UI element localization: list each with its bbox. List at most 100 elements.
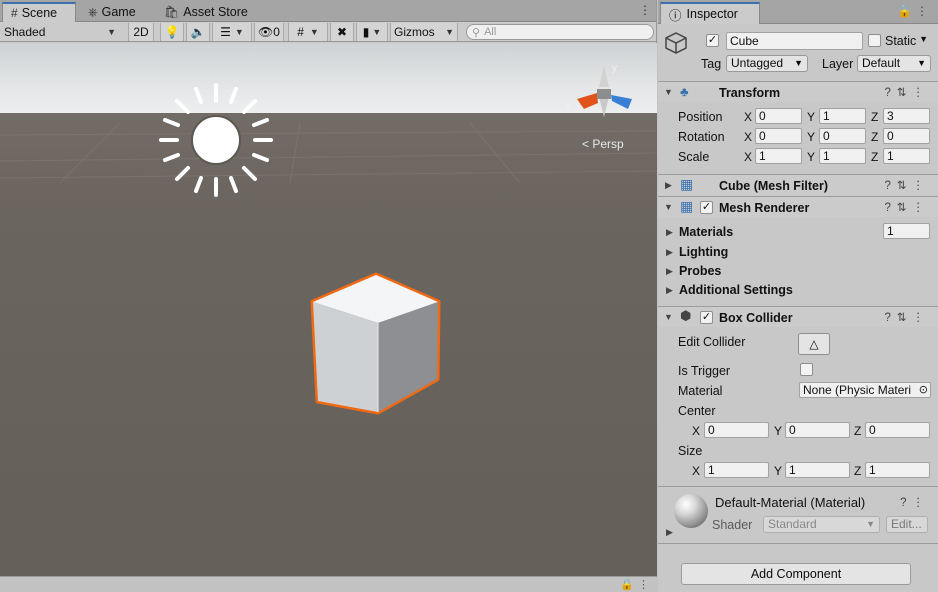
rotation-x-label: X	[744, 130, 753, 144]
shader-dropdown[interactable]: Standard ▼	[763, 516, 880, 533]
box-collider-enabled-checkbox[interactable]: ✓	[700, 311, 713, 324]
tools-toggle-button[interactable]: ✖	[330, 23, 354, 41]
mesh-filter-title: Cube (Mesh Filter)	[719, 179, 829, 193]
lighting-foldout[interactable]: Lighting	[679, 245, 728, 259]
perspective-toggle[interactable]: < Persp	[582, 137, 624, 151]
component-settings-icon[interactable]: ?⇅⋮	[884, 178, 930, 192]
transform-header[interactable]: ▼ ♣ Transform ?⇅⋮	[658, 81, 938, 102]
component-settings-icon[interactable]: ?⇅⋮	[884, 85, 930, 99]
toggle-2d-button[interactable]: 2D	[128, 23, 154, 41]
hidden-objects-toggle[interactable]: 👁 0	[254, 23, 284, 41]
gizmos-label: Gizmos	[394, 25, 435, 39]
chevron-down-icon: ▼	[309, 27, 319, 37]
object-picker-icon[interactable]: ⊙	[919, 383, 928, 397]
tag-dropdown[interactable]: Untagged ▼	[726, 55, 808, 72]
orientation-gizmo[interactable]: y x	[566, 63, 632, 117]
foldout-closed-icon: ▶	[666, 285, 673, 295]
rotation-y-label: Y	[807, 130, 816, 144]
add-component-button[interactable]: Add Component	[681, 563, 911, 585]
scene-toolbar: Shaded ▼ 2D 💡 🔈 ☰ ▼ 👁 0 # ▼ ✖ ▮ ▼ Gizmos…	[0, 22, 656, 42]
material-settings-icon[interactable]: ?⋮	[900, 495, 930, 509]
scene-search-input[interactable]: ⚲ All	[466, 24, 654, 40]
directional-light-icon[interactable]	[159, 83, 273, 197]
size-y-field[interactable]: 1	[785, 462, 850, 478]
gizmos-dropdown[interactable]: Gizmos ▼	[390, 23, 458, 41]
layer-label: Layer	[822, 57, 854, 71]
static-dropdown[interactable]: ▼	[918, 32, 932, 49]
collider-material-field[interactable]: None (Physic Materi ⊙	[799, 382, 931, 398]
toggle-2d-label: 2D	[133, 25, 149, 39]
component-settings-icon[interactable]: ?⇅⋮	[884, 200, 930, 214]
material-name: Default-Material (Material)	[715, 495, 866, 510]
rotation-z-field[interactable]: 0	[883, 128, 930, 144]
position-z-field[interactable]: 3	[883, 108, 930, 124]
center-y-label: Y	[774, 424, 783, 438]
inspector-panel: ⓘ Inspector 🔒⋮ ✓ Cube Static ▼ Tag Untag…	[658, 0, 938, 592]
shader-edit-button[interactable]: Edit...	[886, 516, 928, 533]
foldout-closed-icon: ▶	[666, 527, 673, 537]
lock-icon[interactable]: 🔒⋮	[620, 578, 653, 591]
audio-toggle-button[interactable]: 🔈	[186, 23, 210, 41]
lighting-toggle-button[interactable]: 💡	[160, 23, 184, 41]
mesh-filter-header[interactable]: ▶ ▦ Cube (Mesh Filter) ?⇅⋮	[658, 174, 938, 195]
size-x-field[interactable]: 1	[704, 462, 769, 478]
object-name-input[interactable]: Cube	[726, 32, 863, 50]
tab-scene[interactable]: # Scene	[2, 2, 76, 22]
layer-dropdown[interactable]: Default ▼	[857, 55, 931, 72]
mesh-renderer-enabled-checkbox[interactable]: ✓	[700, 201, 713, 214]
center-y-field[interactable]: 0	[785, 422, 850, 438]
material-separator	[658, 486, 938, 487]
position-x-label: X	[744, 110, 753, 124]
chevron-down-icon: ▼	[919, 34, 928, 44]
materials-size-field[interactable]: 1	[883, 223, 930, 239]
rotation-x-field[interactable]: 0	[755, 128, 802, 144]
camera-dropdown[interactable]: ▮ ▼	[356, 23, 388, 41]
mesh-renderer-icon: ▦	[680, 198, 694, 214]
additional-settings-foldout[interactable]: Additional Settings	[679, 283, 793, 297]
component-settings-icon[interactable]: ?⇅⋮	[884, 310, 930, 324]
is-trigger-checkbox[interactable]	[800, 363, 813, 376]
cube-object[interactable]	[310, 272, 441, 415]
rotation-y-field[interactable]: 0	[819, 128, 866, 144]
lock-icon[interactable]: 🔒⋮	[897, 4, 932, 18]
static-checkbox[interactable]	[868, 34, 881, 47]
eye-slash-icon: 👁	[258, 25, 274, 39]
box-collider-header[interactable]: ▼ ⬢ ✓ Box Collider ?⇅⋮	[658, 306, 938, 327]
position-y-field[interactable]: 1	[819, 108, 866, 124]
tab-inspector-label: Inspector	[686, 7, 738, 21]
scale-x-field[interactable]: 1	[755, 148, 802, 164]
transform-title: Transform	[719, 86, 781, 100]
tag-label: Tag	[701, 57, 722, 71]
size-z-field[interactable]: 1	[865, 462, 930, 478]
scene-viewport[interactable]: y x < Persp	[0, 43, 657, 576]
layers-icon: ☰	[220, 25, 231, 39]
position-z-label: Z	[871, 110, 879, 124]
scale-y-field[interactable]: 1	[819, 148, 866, 164]
shading-mode-dropdown[interactable]: Shaded ▼	[4, 23, 120, 41]
materials-foldout[interactable]: Materials	[679, 225, 733, 239]
tab-asset-store[interactable]: 🛍 Asset Store	[156, 2, 256, 22]
material-preview-sphere	[674, 494, 708, 528]
probes-foldout[interactable]: Probes	[679, 264, 721, 278]
active-checkbox[interactable]: ✓	[706, 34, 719, 47]
scale-z-field[interactable]: 1	[883, 148, 930, 164]
size-x-label: X	[692, 464, 701, 478]
shader-value: Standard	[768, 517, 817, 531]
position-x-field[interactable]: 0	[755, 108, 802, 124]
store-bag-icon: 🛍	[164, 5, 180, 19]
scale-x-label: X	[744, 150, 753, 164]
grid-icon: #	[297, 25, 304, 39]
tab-inspector[interactable]: ⓘ Inspector	[660, 2, 760, 24]
grid-dropdown[interactable]: # ▼	[288, 23, 328, 41]
panel-menu-icon[interactable]: ⋮	[639, 3, 652, 17]
is-trigger-label: Is Trigger	[678, 364, 731, 378]
center-label: Center	[678, 404, 716, 418]
mesh-renderer-header[interactable]: ▼ ▦ ✓ Mesh Renderer ?⇅⋮	[658, 196, 938, 217]
tab-game[interactable]: ⎈ Game	[80, 2, 144, 22]
effects-dropdown[interactable]: ☰ ▼	[212, 23, 252, 41]
center-x-field[interactable]: 0	[704, 422, 769, 438]
add-component-label: Add Component	[750, 567, 842, 581]
edit-collider-button[interactable]: △	[798, 333, 830, 355]
layer-value: Default	[862, 56, 901, 70]
center-z-field[interactable]: 0	[865, 422, 930, 438]
